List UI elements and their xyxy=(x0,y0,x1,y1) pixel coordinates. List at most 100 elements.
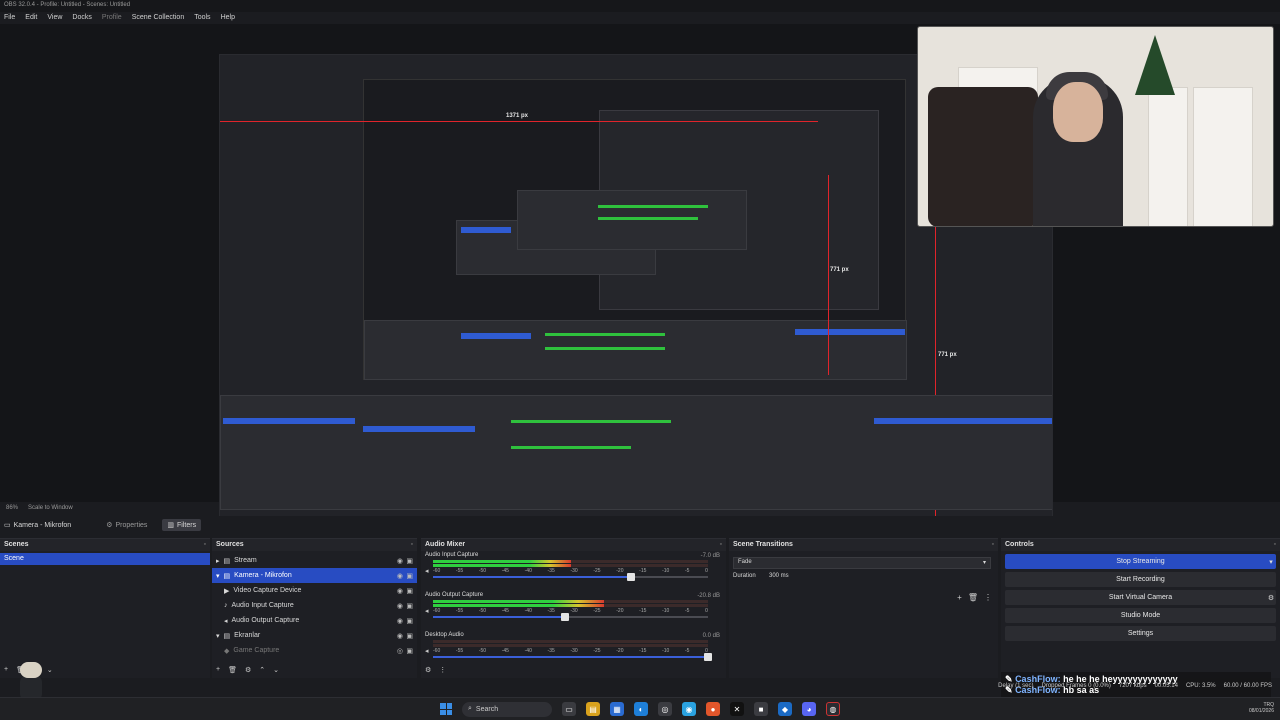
start-recording-button[interactable]: Start Recording xyxy=(1005,572,1276,587)
source-settings-icon[interactable]: ⚙ xyxy=(245,666,251,674)
studio-mode-button[interactable]: Studio Mode xyxy=(1005,608,1276,623)
capcut-icon[interactable]: ✕ xyxy=(730,702,744,716)
filters-button[interactable]: ▥ Filters xyxy=(162,519,202,531)
remove-transition-icon[interactable]: 🗑 xyxy=(968,593,978,602)
lock-icon[interactable]: ▣ xyxy=(406,602,413,610)
add-source-icon[interactable]: + xyxy=(216,666,220,674)
collapse-icon[interactable]: ▾ xyxy=(216,572,220,580)
status-cpu: CPU: 3.5% xyxy=(1185,683,1216,689)
settings-button[interactable]: Settings xyxy=(1005,626,1276,641)
menu-view[interactable]: View xyxy=(47,14,62,22)
volume-slider-handle[interactable] xyxy=(704,653,712,661)
scene-transitions-title-text: Scene Transitions xyxy=(733,541,793,548)
width-label: 1371 px xyxy=(506,113,529,119)
move-down-icon[interactable]: ⌄ xyxy=(273,666,279,674)
volume-slider-handle[interactable] xyxy=(561,613,569,621)
dock-float-icon[interactable]: ▫ xyxy=(204,541,206,549)
visibility-icon[interactable]: ◉ xyxy=(397,587,403,595)
source-item-video-capture[interactable]: ▶ Video Capture Device ◉ ▣ xyxy=(212,583,417,598)
start-virtual-camera-button[interactable]: Start Virtual Camera ⚙ xyxy=(1005,590,1276,605)
dock-float-icon[interactable]: ▫ xyxy=(1274,541,1276,549)
meter-tick-label: -50 xyxy=(478,648,487,654)
windows-start-icon[interactable] xyxy=(440,703,452,715)
source-item-game-capture[interactable]: ◆ Game Capture ◎ ▣ xyxy=(212,643,417,658)
transition-select[interactable]: Fade ▾ xyxy=(733,557,991,569)
dock-float-icon[interactable]: ▫ xyxy=(720,541,722,549)
visibility-icon[interactable]: ◉ xyxy=(397,632,403,640)
source-item-kamera-mikrofon[interactable]: ▾ ▤ Kamera - Mikrofon ◉ ▣ xyxy=(212,568,417,583)
lock-icon[interactable]: ▣ xyxy=(406,557,413,565)
menu-file[interactable]: File xyxy=(4,14,15,22)
volume-slider-handle[interactable] xyxy=(627,573,635,581)
source-item-audio-input[interactable]: ♪ Audio Input Capture ◉ ▣ xyxy=(212,598,417,613)
move-down-icon[interactable]: ⌄ xyxy=(47,666,53,674)
task-view-icon[interactable]: ▭ xyxy=(562,702,576,716)
remove-source-icon[interactable]: 🗑 xyxy=(228,666,237,674)
mixer-track-name: Desktop Audio xyxy=(425,632,464,638)
edge-icon[interactable]: ◐ xyxy=(634,702,648,716)
obs-icon[interactable]: ◍ xyxy=(826,702,840,716)
visibility-icon[interactable]: ◉ xyxy=(397,572,403,580)
speaker-icon: ◂ xyxy=(224,617,228,625)
visibility-icon[interactable]: ◎ xyxy=(397,647,403,655)
meter-tick-label: -45 xyxy=(501,608,509,614)
speaker-icon[interactable]: ◂ xyxy=(425,567,429,575)
visibility-icon[interactable]: ◉ xyxy=(397,617,403,625)
meter-tick-label: -55 xyxy=(455,568,464,574)
discord-icon[interactable]: ◕ xyxy=(802,702,816,716)
add-scene-icon[interactable]: + xyxy=(4,666,8,674)
lock-icon[interactable]: ▣ xyxy=(406,617,413,625)
menu-scene-collection[interactable]: Scene Collection xyxy=(132,14,185,22)
vpn-icon[interactable]: ◆ xyxy=(778,702,792,716)
app-icon[interactable]: ■ xyxy=(754,702,768,716)
dock-float-icon[interactable]: ▫ xyxy=(992,541,994,549)
speaker-icon[interactable]: ◂ xyxy=(425,647,429,655)
system-tray[interactable]: TRQ 08/01/2026 xyxy=(1249,702,1274,714)
menu-profile[interactable]: Profile xyxy=(102,14,122,22)
lock-icon[interactable]: ▣ xyxy=(406,587,413,595)
visibility-icon[interactable]: ◉ xyxy=(397,557,403,565)
gear-icon[interactable]: ⚙ xyxy=(1264,594,1278,602)
zoom-level[interactable]: 86% xyxy=(6,505,18,513)
advanced-audio-icon[interactable]: ⚙ xyxy=(425,666,431,674)
lock-icon[interactable]: ▣ xyxy=(406,647,413,655)
sources-toolbar: + 🗑 ⚙ ⌃ ⌄ xyxy=(216,666,279,674)
expand-icon[interactable]: ▸ xyxy=(216,557,220,565)
mixer-menu-icon[interactable]: ⋮ xyxy=(439,666,446,674)
move-up-icon[interactable]: ⌃ xyxy=(259,666,265,674)
meter-tick-label: -45 xyxy=(501,568,509,574)
volume-slider[interactable] xyxy=(433,653,712,661)
lock-icon[interactable]: ▣ xyxy=(406,572,413,580)
volume-meter xyxy=(433,600,708,603)
menu-tools[interactable]: Tools xyxy=(194,14,210,22)
scene-item[interactable]: Scene xyxy=(0,553,210,565)
volume-slider[interactable] xyxy=(433,573,708,581)
source-item-ekranlar[interactable]: ▾ ▤ Ekranlar ◉ ▣ xyxy=(212,628,417,643)
scale-mode[interactable]: Scale to Window xyxy=(28,505,73,513)
speaker-icon[interactable]: ◂ xyxy=(425,607,429,615)
visibility-icon[interactable]: ◉ xyxy=(397,602,403,610)
add-transition-icon[interactable]: + xyxy=(957,593,962,602)
volume-slider[interactable] xyxy=(433,613,708,621)
file-explorer-icon[interactable]: ▤ xyxy=(586,702,600,716)
lock-icon[interactable]: ▣ xyxy=(406,632,413,640)
preview-area[interactable]: 1371 px 771 px 771 px xyxy=(0,24,1280,523)
collapse-icon[interactable]: ▾ xyxy=(216,632,220,640)
menu-docks[interactable]: Docks xyxy=(72,14,91,22)
taskbar-search[interactable]: ⌕ Search xyxy=(462,701,552,717)
transition-menu-icon[interactable]: ⋮ xyxy=(984,593,992,602)
duration-input[interactable]: 300 ms xyxy=(769,573,979,579)
dock-float-icon[interactable]: ▫ xyxy=(411,541,413,549)
menu-help[interactable]: Help xyxy=(221,14,235,22)
properties-button[interactable]: ⚙ Properties xyxy=(101,519,152,531)
menu-edit[interactable]: Edit xyxy=(25,14,37,22)
tray-date: 08/01/2026 xyxy=(1248,708,1274,714)
source-item-stream[interactable]: ▸ ▤ Stream ◉ ▣ xyxy=(212,553,417,568)
stop-streaming-button[interactable]: Stop Streaming ▾ xyxy=(1005,554,1276,569)
steam-icon[interactable]: ◎ xyxy=(658,702,672,716)
firefox-icon[interactable]: ● xyxy=(706,702,720,716)
source-item-audio-output[interactable]: ◂ Audio Output Capture ◉ ▣ xyxy=(212,613,417,628)
browser-icon[interactable]: ◉ xyxy=(682,702,696,716)
store-icon[interactable]: ▦ xyxy=(610,702,624,716)
chevron-down-icon[interactable]: ▾ xyxy=(1264,558,1278,566)
